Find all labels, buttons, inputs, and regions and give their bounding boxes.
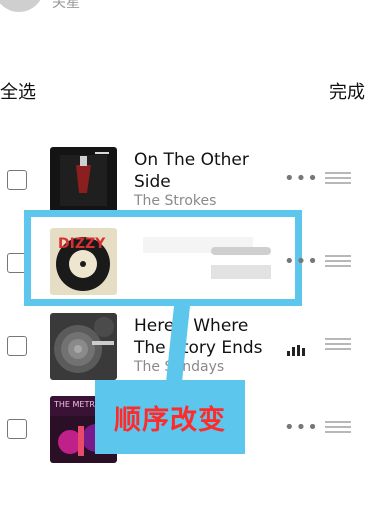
more-options-icon[interactable]: ••• [284,419,319,437]
now-playing-icon [287,341,309,356]
select-all-button[interactable]: 全选 [0,78,36,104]
partial-top-text: 关星 [52,0,80,11]
avatar [0,0,44,12]
album-cover: DIZZY [50,228,117,295]
cover-text: DIZZY [58,236,106,252]
song-checkbox[interactable] [7,336,27,356]
song-checkbox[interactable] [7,170,27,190]
song-title: On The Other Side [134,150,249,192]
more-options-icon[interactable]: ••• [284,170,319,188]
list-item[interactable]: Here's Where The Story Ends The Sundays [0,311,387,381]
done-button[interactable]: 完成 [329,78,365,104]
drag-handle-icon[interactable] [325,421,351,433]
highlight-frame: DIZZY [24,210,302,306]
cover-text: THE METRO [53,400,101,409]
song-title: Here's Where The Story Ends [134,316,263,358]
song-checkbox[interactable] [7,419,27,439]
annotation-label: 顺序改变 [95,380,245,454]
drag-handle-icon[interactable] [325,255,351,267]
drag-handle-icon[interactable] [325,172,351,184]
album-cover [50,313,117,380]
drag-handle-icon[interactable] [325,338,351,350]
blurred-title [211,247,271,255]
more-options-icon[interactable]: ••• [284,253,319,271]
list-item[interactable]: On The Other Side The Strokes ••• [0,145,387,215]
blurred-artist [211,265,271,279]
annotation-label-text: 顺序改变 [114,404,226,436]
album-cover [50,147,117,214]
song-artist: The Strokes [134,193,217,209]
